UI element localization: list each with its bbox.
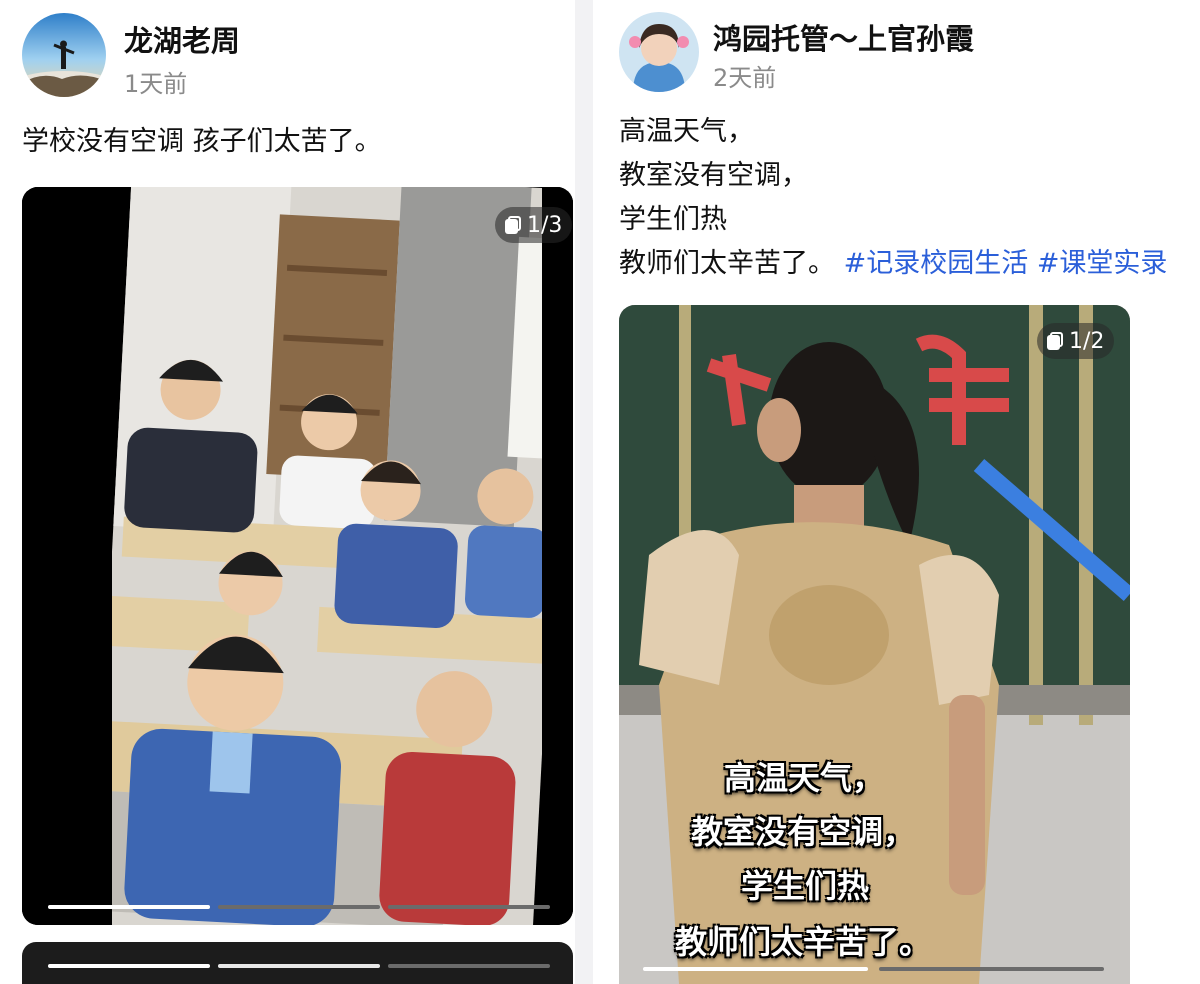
username[interactable]: 龙湖老周 — [124, 18, 240, 60]
avatar[interactable] — [22, 13, 106, 97]
image-counter: 1/2 — [1037, 323, 1115, 359]
video-subtitle: 教师们太辛苦了。 — [675, 923, 932, 961]
video-subtitle: 高温天气， — [724, 759, 885, 797]
image-counter-text: 1/3 — [527, 212, 563, 238]
post-caption: 学校没有空调 孩子们太苦了。 — [22, 126, 382, 157]
post-card[interactable]: 鸿园托管～上官孙霞 2天前 高温天气， 教室没有空调， 学生们热 教师们太辛苦了… — [593, 0, 1200, 984]
post-card[interactable]: 龙湖老周 1天前 学校没有空调 孩子们太苦了。 1/3 — [0, 0, 575, 984]
multi-image-icon — [505, 216, 521, 234]
video-subtitle: 学生们热 — [741, 867, 870, 905]
post-caption-line: 高温天气， — [619, 116, 754, 147]
multi-image-icon — [1047, 332, 1063, 350]
feed-gutter — [575, 0, 593, 984]
post-caption-line: 学生们热 — [619, 204, 727, 235]
teacher-photo — [619, 305, 1130, 984]
carousel-progress-inactive — [388, 905, 550, 909]
hashtag-link[interactable]: #课堂实录 — [1037, 248, 1168, 279]
image-counter: 1/3 — [495, 207, 573, 243]
post-time: 1天前 — [124, 70, 188, 98]
carousel-progress-inactive — [218, 964, 380, 968]
username[interactable]: 鸿园托管～上官孙霞 — [713, 16, 974, 58]
post-image[interactable]: 1/3 — [22, 187, 573, 925]
video-subtitle: 教室没有空调， — [691, 813, 916, 851]
classroom-photo — [22, 187, 573, 925]
next-post-image[interactable] — [22, 942, 573, 984]
hashtag-link[interactable]: #记录校园生活 — [844, 248, 1029, 279]
post-time: 2天前 — [713, 64, 777, 92]
carousel-progress-active — [643, 967, 868, 971]
image-counter-text: 1/2 — [1069, 328, 1105, 354]
carousel-progress-inactive — [879, 967, 1104, 971]
post-caption-line: 教室没有空调， — [619, 160, 808, 191]
avatar[interactable] — [619, 12, 699, 92]
post-image[interactable]: 1/2 高温天气， 教室没有空调， 学生们热 教师们太辛苦了。 — [619, 305, 1130, 984]
carousel-progress-inactive — [388, 964, 550, 968]
carousel-progress-active — [48, 964, 210, 968]
carousel-progress-active — [48, 905, 210, 909]
caption-text: 教师们太辛苦了。 — [619, 248, 835, 279]
carousel-progress-inactive — [218, 905, 380, 909]
post-caption-line: 教师们太辛苦了。 #记录校园生活 #课堂实录 — [619, 242, 1167, 286]
